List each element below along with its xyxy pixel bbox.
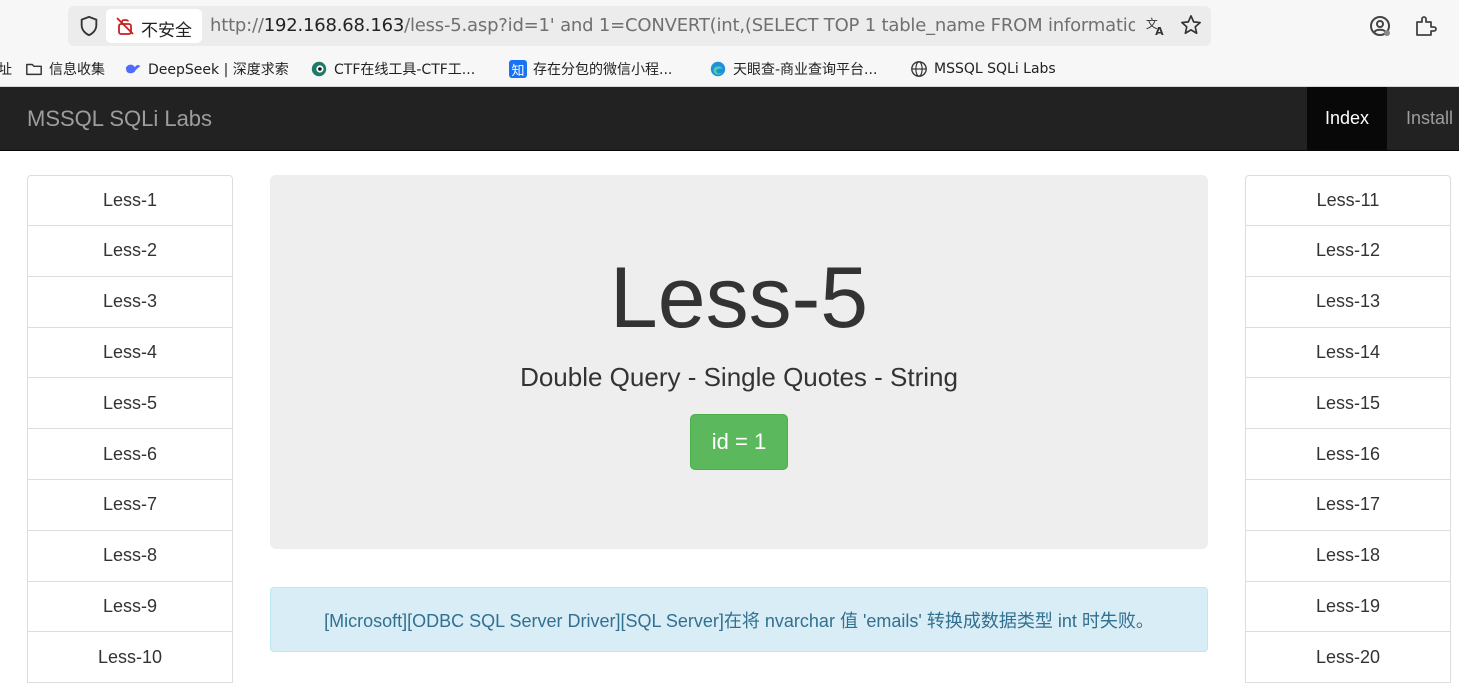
insecure-lock-icon: [116, 17, 134, 35]
ctf-icon: [311, 61, 327, 77]
globe-icon: [911, 61, 927, 77]
lesson-link[interactable]: Less-18: [1245, 529, 1451, 582]
lesson-jumbotron: Less-5 Double Query - Single Quotes - St…: [270, 175, 1208, 549]
error-alert: [Microsoft][ODBC SQL Server Driver][SQL …: [270, 587, 1208, 652]
security-label: 不安全: [141, 21, 192, 41]
nav-item-index[interactable]: Index: [1307, 87, 1387, 150]
lesson-link[interactable]: Less-12: [1245, 225, 1451, 277]
url-host: 192.168.68.163: [263, 15, 405, 36]
bookmark-label: 存在分包的微信小程...: [533, 62, 673, 78]
translate-icon[interactable]: 文 A: [1145, 15, 1167, 37]
lesson-list-left: Less-1 Less-2 Less-3 Less-4 Less-5 Less-…: [27, 175, 233, 684]
bookmark-label: DeepSeek | 深度求索: [148, 62, 289, 78]
extensions-icon[interactable]: [1413, 14, 1437, 38]
zhihu-icon: 知: [509, 60, 527, 79]
bookmark-label: 信息收集: [49, 62, 105, 78]
bookmark-label: MSSQL SQLi Labs: [934, 61, 1056, 77]
bookmark-label: CTF在线工具-CTF工...: [334, 62, 476, 78]
address-bar[interactable]: 不安全 http://192.168.68.163/less-5.asp?id=…: [68, 6, 1211, 46]
lesson-link[interactable]: Less-16: [1245, 428, 1451, 480]
lesson-link[interactable]: Less-15: [1245, 377, 1451, 430]
lesson-link[interactable]: Less-3: [27, 275, 233, 328]
url-scheme: http://: [210, 15, 264, 36]
lesson-link[interactable]: Less-2: [27, 225, 233, 277]
lesson-link[interactable]: Less-6: [27, 428, 233, 480]
site-navbar: MSSQL SQLi Labs Index Install: [0, 87, 1459, 151]
edge-icon: [710, 61, 726, 77]
lesson-subtitle: Double Query - Single Quotes - String: [520, 362, 958, 392]
bookmark-mssql-labs[interactable]: MSSQL SQLi Labs: [910, 59, 1056, 79]
url-text[interactable]: http://192.168.68.163/less-5.asp?id=1' a…: [210, 15, 1135, 36]
lesson-link[interactable]: Less-10: [27, 631, 233, 684]
profile-icon[interactable]: [1368, 14, 1392, 38]
lesson-link[interactable]: Less-17: [1245, 478, 1451, 531]
bookmark-label: 天眼查-商业查询平台...: [733, 62, 878, 78]
bookmark-folder-info[interactable]: 信息收集: [25, 59, 105, 79]
lesson-link[interactable]: Less-13: [1245, 275, 1451, 328]
lesson-link[interactable]: Less-5: [27, 377, 233, 430]
bookmark-label: 址: [0, 62, 12, 78]
security-indicator[interactable]: 不安全: [106, 9, 202, 43]
lesson-title: Less-5: [609, 250, 869, 346]
bookmark-zhihu[interactable]: 知 存在分包的微信小程...: [509, 59, 672, 79]
folder-icon: [26, 63, 42, 76]
bookmark-deepseek[interactable]: DeepSeek | 深度求索: [124, 59, 289, 79]
lesson-link[interactable]: Less-4: [27, 326, 233, 379]
svg-text:A: A: [1155, 25, 1164, 37]
lesson-link[interactable]: Less-20: [1245, 631, 1451, 684]
lesson-link[interactable]: Less-1: [27, 175, 233, 226]
bookmark-ctf-tools[interactable]: CTF在线工具-CTF工...: [310, 59, 475, 79]
bookmark-tianyancha[interactable]: 天眼查-商业查询平台...: [709, 59, 877, 79]
url-path: /less-5.asp?id=1' and 1=CONVERT(int,(SEL…: [404, 15, 1135, 36]
lesson-link[interactable]: Less-11: [1245, 175, 1451, 226]
lesson-link[interactable]: Less-9: [27, 580, 233, 633]
id-button[interactable]: id = 1: [690, 414, 788, 470]
nav-item-install[interactable]: Install: [1387, 87, 1459, 150]
star-icon[interactable]: [1180, 14, 1202, 36]
bookmarks-bar: 址 信息收集 DeepSeek | 深度求索 CTF在线工具-CTF工... 知…: [0, 52, 1459, 87]
lesson-link[interactable]: Less-14: [1245, 326, 1451, 379]
browser-toolbar: 不安全 http://192.168.68.163/less-5.asp?id=…: [0, 0, 1459, 52]
bookmark-item[interactable]: 址: [0, 59, 12, 79]
navbar-brand[interactable]: MSSQL SQLi Labs: [27, 106, 212, 132]
deepseek-icon: [125, 64, 141, 74]
lesson-link[interactable]: Less-19: [1245, 580, 1451, 633]
shield-icon[interactable]: [78, 15, 100, 37]
lesson-link[interactable]: Less-8: [27, 529, 233, 582]
lesson-link[interactable]: Less-7: [27, 478, 233, 531]
lesson-list-right: Less-11 Less-12 Less-13 Less-14 Less-15 …: [1245, 175, 1451, 684]
